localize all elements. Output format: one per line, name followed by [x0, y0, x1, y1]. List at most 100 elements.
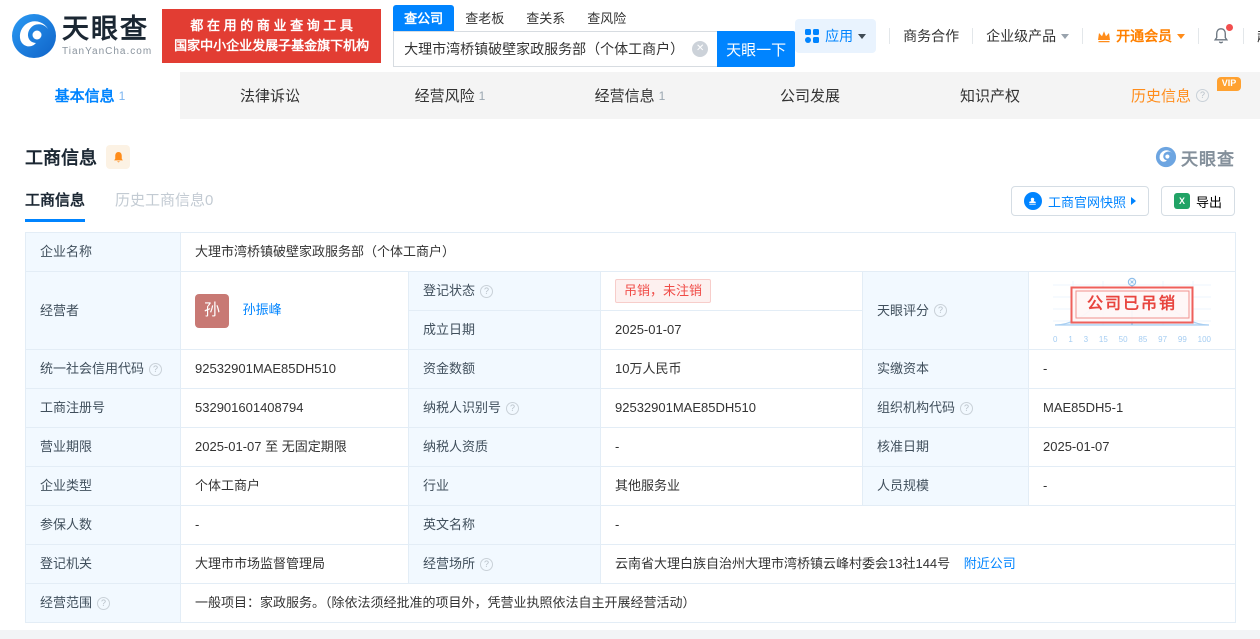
credit-code-value: 92532901MAE85DH510 [180, 349, 409, 389]
field-label: 统一社会信用代码 ? [25, 349, 181, 389]
nav-item-cooperation[interactable]: 商务合作 [903, 26, 959, 46]
arrow-right-icon [1130, 197, 1136, 205]
score-axis-labels: 01 3 15 50 85 97 99 100 [1053, 335, 1212, 345]
tab-legal-proceedings[interactable]: 法律诉讼 [180, 72, 360, 119]
brand-logo[interactable]: 天眼查 TianYanCha.com [10, 12, 152, 60]
help-icon[interactable]: ? [506, 401, 520, 415]
notification-dot [1226, 24, 1234, 31]
tab-operation-risk[interactable]: 经营风险 1 [360, 72, 540, 119]
export-button[interactable]: X 导出 [1160, 186, 1235, 216]
bell-icon [113, 151, 123, 162]
staff-size-value: - [1027, 466, 1237, 506]
tab-business-info[interactable]: 经营信息 1 [540, 72, 720, 119]
nav-item-enterprise[interactable]: 企业级产品 [986, 26, 1070, 46]
official-snapshot-button[interactable]: 工商官网快照 [1010, 186, 1149, 216]
nav-item-vip[interactable]: 开通会员 [1096, 26, 1186, 46]
apps-grid-icon [805, 29, 820, 43]
industry-value: 其他服务业 [600, 466, 863, 506]
field-label: 经营范围 ? [25, 583, 181, 623]
reg-number-value: 532901601408794 [180, 388, 409, 428]
chevron-down-icon [1177, 33, 1186, 39]
field-label-text: 经营场所 [423, 556, 476, 572]
paid-capital-value: - [1027, 349, 1237, 389]
field-label: 登记机关 [25, 544, 181, 584]
search-tab-risk[interactable]: 查风险 [576, 5, 637, 31]
search-area: 查公司 查老板 查关系 查风险 ✕ 天眼一下 [393, 5, 796, 67]
tab-count: 1 [658, 88, 666, 103]
main-tab-bar: 基本信息 1 法律诉讼 经营风险 1 经营信息 1 公司发展 知识产权 历史信息… [0, 72, 1260, 119]
section-header: 工商信息 天眼查 [25, 144, 1235, 170]
taxpayer-quality-value: - [600, 427, 863, 467]
establish-date-value: 2025-01-07 [600, 310, 863, 350]
nav-divider [1243, 28, 1245, 44]
taxpayer-id-value: 92532901MAE85DH510 [600, 388, 863, 428]
vip-badge: VIP [1216, 77, 1242, 91]
help-icon[interactable]: ? [97, 596, 111, 610]
nav-enterprise-label: 企业级产品 [986, 28, 1057, 44]
crown-icon [1098, 31, 1111, 43]
score-chart: 01 3 15 50 85 97 99 100 公司已吊销 [1043, 275, 1221, 347]
action-buttons: 工商官网快照 X 导出 [1010, 186, 1235, 222]
term-value: 2025-01-07 至 无固定期限 [180, 427, 409, 467]
help-icon[interactable]: ? [480, 557, 494, 571]
table-row: 统一社会信用代码 ? 92532901MAE85DH510 资金数额 10万人民… [25, 349, 1237, 389]
company-name-value: 大理市湾桥镇破壁家政服务部（个体工商户） [179, 232, 1237, 272]
help-icon[interactable]: ? [934, 304, 948, 317]
subtab-business-info[interactable]: 工商信息 [25, 189, 86, 222]
banner-line-1: 都 在 用 的 商 业 查 询 工 具 [190, 17, 353, 33]
help-icon[interactable]: ? [960, 401, 974, 415]
field-label: 纳税人识别号 ? [408, 388, 601, 428]
nearby-companies-link[interactable]: 附近公司 [964, 556, 1016, 571]
search-tab-boss[interactable]: 查老板 [454, 5, 515, 31]
field-label: 企业类型 [25, 466, 181, 506]
field-label-text: 组织机构代码 [877, 400, 956, 416]
table-row: 经营者 孙 孙振峰 登记状态 ? 吊销，未注销 天眼评分 ? 0 1 3 15 … [25, 271, 1237, 350]
chevron-down-icon [1061, 33, 1070, 39]
field-label-text: 纳税人识别号 [423, 400, 502, 416]
logo-title: 天眼查 [62, 13, 149, 44]
page-bottom-strip [0, 630, 1260, 639]
chevron-down-icon [858, 33, 867, 39]
subtab-history-business-info[interactable]: 历史工商信息0 [115, 189, 213, 222]
authority-value: 大理市市场监督管理局 [180, 544, 409, 584]
main-content: 工商信息 天眼查 工商信息 历史工商信息0 工商官网快照 X 导出 企业名称 大… [0, 144, 1260, 623]
table-row: 参保人数 - 英文名称 - [25, 505, 1237, 545]
field-label: 企业名称 [25, 232, 181, 272]
export-label: 导出 [1195, 194, 1222, 210]
table-row: 营业期限 2025-01-07 至 无固定期限 纳税人资质 - 核准日期 202… [25, 427, 1237, 467]
field-label: 营业期限 [25, 427, 181, 467]
field-label-text: 经营范围 [40, 595, 93, 611]
field-label-text: 登记状态 [423, 283, 476, 299]
stamp-icon [1023, 192, 1042, 210]
apps-button[interactable]: 应用 [795, 19, 877, 53]
search-input[interactable] [393, 31, 718, 67]
field-label: 登记状态 ? [408, 271, 601, 311]
search-tab-company[interactable]: 查公司 [393, 5, 455, 31]
reg-status-value: 吊销，未注销 [600, 271, 863, 311]
nav-vip-label: 开通会员 [1116, 28, 1173, 44]
logo-text: 天眼查 TianYanCha.com [62, 13, 153, 57]
tab-history-info[interactable]: 历史信息 ? VIP [1080, 72, 1260, 119]
excel-icon: X [1173, 193, 1190, 209]
logo-subtitle: TianYanCha.com [62, 45, 153, 57]
help-icon[interactable]: ? [1196, 89, 1209, 102]
monitor-bell-button[interactable] [106, 145, 130, 169]
subtab-row: 工商信息 历史工商信息0 工商官网快照 X 导出 [25, 186, 1235, 222]
field-label-text: 天眼评分 [877, 302, 930, 318]
operator-avatar[interactable]: 孙 [195, 293, 229, 328]
search-tab-relation[interactable]: 查关系 [515, 5, 576, 31]
tab-basic-info[interactable]: 基本信息 1 [0, 72, 180, 119]
operator-name-link[interactable]: 孙振峰 [243, 302, 282, 317]
help-icon[interactable]: ? [480, 284, 494, 298]
field-label: 英文名称 [408, 505, 601, 545]
tab-label: 经营风险 [414, 88, 475, 105]
tab-company-development[interactable]: 公司发展 [720, 72, 900, 119]
help-icon[interactable]: ? [149, 362, 163, 376]
tab-intellectual-property[interactable]: 知识产权 [900, 72, 1080, 119]
notification-bell[interactable] [1212, 24, 1234, 45]
header-nav: 应用 商务合作 企业级产品 开通会员 [795, 19, 1260, 53]
search-button[interactable]: 天眼一下 [717, 31, 796, 67]
section-title: 工商信息 [25, 148, 97, 168]
approval-date-value: 2025-01-07 [1027, 427, 1237, 467]
field-label: 行业 [408, 466, 601, 506]
